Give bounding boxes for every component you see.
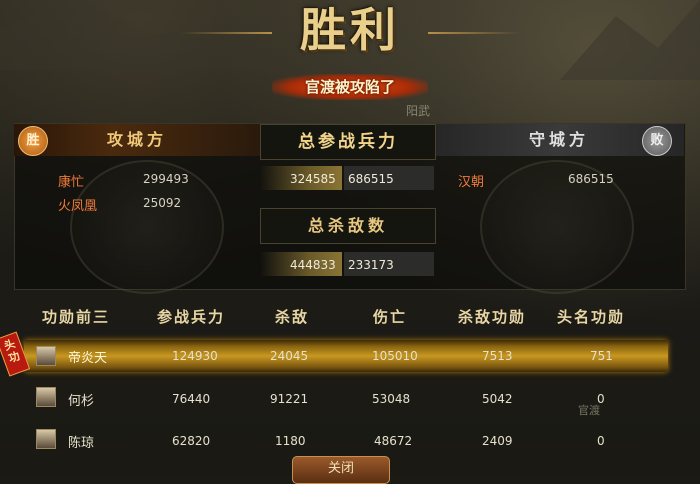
ranking-troops: 62820 xyxy=(172,434,211,448)
col-header-top3: 功勋前三 xyxy=(42,308,111,326)
ranking-row-highlight xyxy=(24,340,668,372)
attacker-player-troops: 299493 xyxy=(143,172,189,186)
win-badge: 胜 xyxy=(18,126,48,156)
ranking-kill-merit: 7513 xyxy=(482,349,513,363)
player-avatar xyxy=(36,346,56,366)
ranking-troops: 124930 xyxy=(172,349,218,363)
ranking-kill-merit: 5042 xyxy=(482,392,513,406)
ranking-player-name: 陈琼 xyxy=(68,436,95,451)
player-avatar xyxy=(36,429,56,449)
defender-player-name: 汉朝 xyxy=(458,175,485,190)
ranking-kill-merit: 2409 xyxy=(482,434,513,448)
attacker-player-name: 火凤凰 xyxy=(58,199,98,214)
map-label-yangwu: 阳武 xyxy=(406,104,431,118)
attacker-player-troops: 25092 xyxy=(143,196,182,210)
victory-title: 胜利 xyxy=(300,3,400,57)
attacker-player-name: 康忙 xyxy=(58,175,85,190)
title-ornament-left xyxy=(180,32,272,34)
result-subtitle: 官渡被攻陷了 xyxy=(272,74,428,100)
ranking-casualties: 53048 xyxy=(372,392,411,406)
ranking-kills: 1180 xyxy=(275,434,306,448)
player-avatar xyxy=(36,387,56,407)
total-troops-header: 总参战兵力 xyxy=(260,124,436,160)
ranking-player-name: 帝炎天 xyxy=(68,351,108,366)
defender-total-kills: 233173 xyxy=(348,258,394,272)
ranking-casualties: 48672 xyxy=(374,434,413,448)
col-header-troops: 参战兵力 xyxy=(157,308,226,326)
title-ornament-right xyxy=(428,32,520,34)
attacker-total-kills: 444833 xyxy=(290,258,336,272)
map-label-guandu: 官渡 xyxy=(578,404,600,417)
ranking-kills: 91221 xyxy=(270,392,309,406)
ranking-casualties: 105010 xyxy=(372,349,418,363)
ranking-troops: 76440 xyxy=(172,392,211,406)
ranking-first-merit: 751 xyxy=(590,349,613,363)
total-kills-header: 总杀敌数 xyxy=(260,208,436,244)
col-header-kill-merit: 杀敌功勋 xyxy=(458,308,527,326)
col-header-first-merit: 头名功勋 xyxy=(557,308,626,326)
ranking-first-merit: 0 xyxy=(597,434,605,448)
ranking-kills: 24045 xyxy=(270,349,309,363)
ranking-player-name: 何杉 xyxy=(68,394,95,409)
col-header-kills: 杀敌 xyxy=(275,308,310,326)
close-button[interactable]: 关闭 xyxy=(292,456,390,484)
attacker-header: 攻城方 xyxy=(14,124,260,156)
attacker-total-troops: 324585 xyxy=(290,172,336,186)
lose-badge: 败 xyxy=(642,126,672,156)
defender-player-troops: 686515 xyxy=(568,172,614,186)
defender-total-troops: 686515 xyxy=(348,172,394,186)
col-header-casualties: 伤亡 xyxy=(373,308,408,326)
